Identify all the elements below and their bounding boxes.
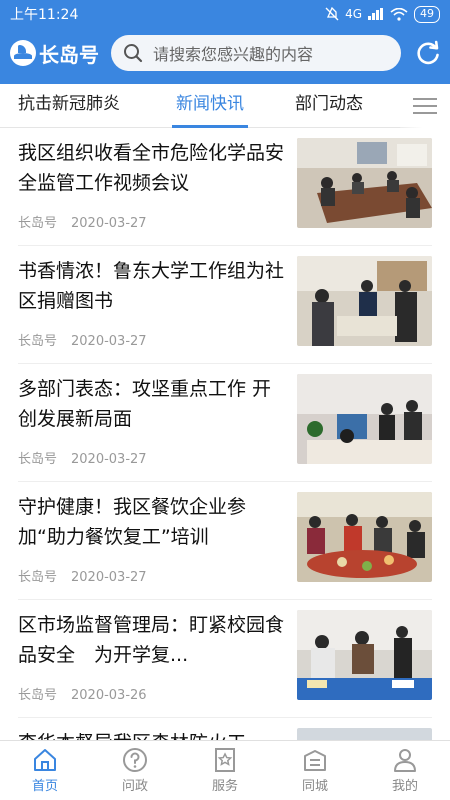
bottom-nav: 首页 问政 服务 同城 我的 xyxy=(0,740,450,800)
search-input[interactable]: 请搜索您感兴趣的内容 xyxy=(111,35,401,71)
app-name: 长岛号 xyxy=(39,42,99,67)
refresh-icon[interactable] xyxy=(415,40,441,66)
logo-icon xyxy=(10,40,36,66)
nav-home-label: 首页 xyxy=(31,779,58,794)
list-item[interactable]: 书香情浓！鲁东大学工作组为社区捐赠图书 长岛号 2020-03-27 xyxy=(0,246,450,364)
article-date: 2020-03-27 xyxy=(71,452,147,467)
nav-city[interactable]: 同城 xyxy=(270,741,360,800)
article-meta: 长岛号 2020-03-27 xyxy=(18,448,147,467)
article-thumbnail xyxy=(297,374,432,464)
search-placeholder: 请搜索您感兴趣的内容 xyxy=(153,45,314,64)
article-source: 长岛号 xyxy=(18,570,58,585)
nav-city-label: 同城 xyxy=(301,779,328,794)
article-source: 长岛号 xyxy=(18,452,58,467)
city-icon xyxy=(304,750,326,771)
article-thumbnail xyxy=(297,610,432,700)
tab-menu-button[interactable] xyxy=(400,84,450,128)
nav-profile-label: 我的 xyxy=(391,779,418,794)
tab-covid[interactable]: 抗击新冠肺炎 xyxy=(18,84,120,128)
status-time: 上午11:24 xyxy=(10,7,79,23)
article-title: 书香情浓！鲁东大学工作组为社区捐赠图书 xyxy=(18,260,285,312)
header-bar: 长岛号 请搜索您感兴趣的内容 xyxy=(0,30,450,76)
status-bar: 上午11:24 4G 49 xyxy=(0,0,450,28)
list-item[interactable]: 李华本督导我区森林防火工 xyxy=(0,718,450,740)
article-meta: 长岛号 2020-03-27 xyxy=(18,566,147,585)
article-thumbnail xyxy=(297,256,432,346)
nav-service[interactable]: 服务 xyxy=(180,741,270,800)
list-item[interactable]: 我区组织收看全市危险化学品安全监管工作视频会议 长岛号 2020-03-27 xyxy=(0,128,450,246)
article-meta: 长岛号 2020-03-27 xyxy=(18,212,147,231)
search-icon xyxy=(124,44,143,63)
article-list: 我区组织收看全市危险化学品安全监管工作视频会议 长岛号 2020-03-27 书香… xyxy=(0,128,450,740)
app-header: 上午11:24 4G 49 长岛号 请搜索您感兴趣的内容 xyxy=(0,0,450,84)
list-item[interactable]: 区市场监督管理局：盯紧校园食品安全 为开学复... 长岛号 2020-03-26 xyxy=(0,600,450,718)
article-date: 2020-03-27 xyxy=(71,216,147,231)
nav-service-label: 服务 xyxy=(211,779,238,794)
tab-department[interactable]: 部门动态 xyxy=(295,84,363,128)
article-thumbnail xyxy=(297,138,432,228)
nav-inquiry-label: 问政 xyxy=(121,779,148,794)
nav-profile[interactable]: 我的 xyxy=(360,741,450,800)
article-thumbnail xyxy=(297,728,432,740)
tab-news[interactable]: 新闻快讯 xyxy=(172,84,248,128)
article-title: 我区组织收看全市危险化学品安全监管工作视频会议 xyxy=(18,142,285,194)
list-item[interactable]: 多部门表态：攻坚重点工作 开创发展新局面 长岛号 2020-03-27 xyxy=(0,364,450,482)
service-icon xyxy=(215,748,235,772)
article-meta: 长岛号 2020-03-27 xyxy=(18,330,147,349)
article-date: 2020-03-27 xyxy=(71,334,147,349)
question-icon xyxy=(123,748,147,772)
article-title: 守护健康！我区餐饮企业参加“助力餐饮复工”培训 xyxy=(18,496,247,548)
article-title: 区市场监督管理局：盯紧校园食品安全 为开学复... xyxy=(18,614,285,666)
app-logo[interactable]: 长岛号 xyxy=(10,39,99,68)
signal-icon xyxy=(368,8,383,20)
status-icons: 4G 49 xyxy=(325,5,440,23)
network-label: 4G xyxy=(345,7,362,21)
profile-icon xyxy=(394,749,416,772)
article-thumbnail xyxy=(297,492,432,582)
article-title: 李华本督导我区森林防火工 xyxy=(18,728,286,740)
article-date: 2020-03-27 xyxy=(71,570,147,585)
article-source: 长岛号 xyxy=(18,216,58,231)
nav-home[interactable]: 首页 xyxy=(0,741,90,800)
nav-inquiry[interactable]: 问政 xyxy=(90,741,180,800)
article-meta: 长岛号 2020-03-26 xyxy=(18,684,147,703)
home-icon xyxy=(34,749,56,771)
battery-indicator: 49 xyxy=(414,5,440,23)
article-title: 多部门表态：攻坚重点工作 开创发展新局面 xyxy=(18,378,272,430)
menu-icon xyxy=(413,98,437,114)
mute-icon xyxy=(325,7,339,21)
article-source: 长岛号 xyxy=(18,334,58,349)
category-tabs: 抗击新冠肺炎 新闻快讯 部门动态 xyxy=(0,84,450,128)
list-item[interactable]: 守护健康！我区餐饮企业参加“助力餐饮复工”培训 长岛号 2020-03-27 xyxy=(0,482,450,600)
wifi-icon xyxy=(390,7,408,21)
article-source: 长岛号 xyxy=(18,688,58,703)
article-date: 2020-03-26 xyxy=(71,688,147,703)
